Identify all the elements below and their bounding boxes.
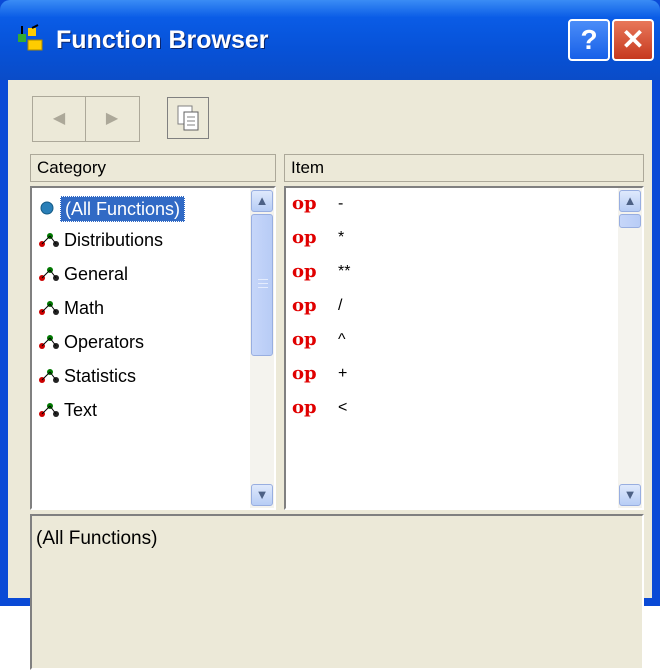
operator-prefix: op — [292, 227, 317, 248]
item-scrollbar[interactable]: ▲ ▼ — [618, 188, 642, 508]
list-item-label: Statistics — [64, 366, 137, 386]
molecule-icon — [39, 369, 59, 383]
list-item-label: Text — [64, 400, 98, 420]
forward-button[interactable]: ▶ — [86, 97, 138, 141]
back-button[interactable]: ◀ — [33, 97, 86, 141]
category-header[interactable]: Category — [30, 154, 276, 182]
operator-symbol: * — [338, 229, 345, 246]
molecule-icon — [39, 301, 59, 315]
operator-symbol: - — [338, 195, 344, 212]
help-button[interactable]: ? — [568, 19, 610, 61]
operator-symbol: / — [338, 297, 343, 314]
scroll-down-button[interactable]: ▼ — [619, 484, 641, 506]
function-browser-icon — [18, 24, 43, 51]
operator-prefix: op — [292, 329, 317, 350]
client-area: ◀ ▶ Category Item (All Functions) Distri… — [8, 80, 652, 670]
title-bar[interactable]: Function Browser ? ✕ — [0, 0, 660, 80]
function-browser-window: Function Browser ? ✕ ◀ ▶ Category Item (… — [0, 0, 660, 670]
scroll-down-button[interactable]: ▼ — [251, 484, 273, 506]
navigation-group: ◀ ▶ — [32, 96, 140, 142]
list-item-label: General — [64, 264, 129, 284]
operator-prefix: op — [292, 397, 317, 418]
operator-prefix: op — [292, 261, 317, 282]
operator-symbol: + — [338, 365, 348, 382]
operator-prefix: op — [292, 193, 317, 214]
close-button[interactable]: ✕ — [612, 19, 654, 61]
circle-icon — [40, 201, 54, 215]
list-item-label: Operators — [64, 332, 145, 352]
list-item-label: Math — [64, 298, 105, 318]
molecule-icon — [39, 233, 59, 247]
list-item-label: (All Functions) — [60, 196, 186, 222]
molecule-icon — [39, 267, 59, 281]
scroll-thumb[interactable] — [619, 214, 641, 228]
molecule-icon — [39, 335, 59, 349]
list-item-label: Distributions — [64, 230, 164, 250]
category-list[interactable]: (All Functions) Distributions General Ma… — [30, 186, 276, 510]
operator-prefix: op — [292, 363, 317, 384]
window-title: Function Browser — [56, 26, 269, 54]
operator-prefix: op — [292, 295, 317, 316]
copy-button[interactable] — [167, 97, 209, 139]
molecule-icon — [39, 403, 59, 417]
category-scrollbar[interactable]: ▲ ▼ — [250, 188, 274, 508]
operator-symbol: < — [338, 399, 348, 416]
operator-symbol: ^ — [338, 331, 346, 348]
scroll-up-button[interactable]: ▲ — [619, 190, 641, 212]
scroll-thumb[interactable] — [251, 214, 273, 356]
description-panel: (All Functions) — [30, 514, 644, 670]
description-text: (All Functions) — [36, 528, 158, 549]
item-header[interactable]: Item — [284, 154, 644, 182]
copy-icon — [177, 105, 199, 131]
scroll-up-button[interactable]: ▲ — [251, 190, 273, 212]
item-list[interactable]: op - op * op ** op / op ^ op + op < ▲ ▼ — [284, 186, 644, 510]
operator-symbol: ** — [338, 263, 351, 280]
